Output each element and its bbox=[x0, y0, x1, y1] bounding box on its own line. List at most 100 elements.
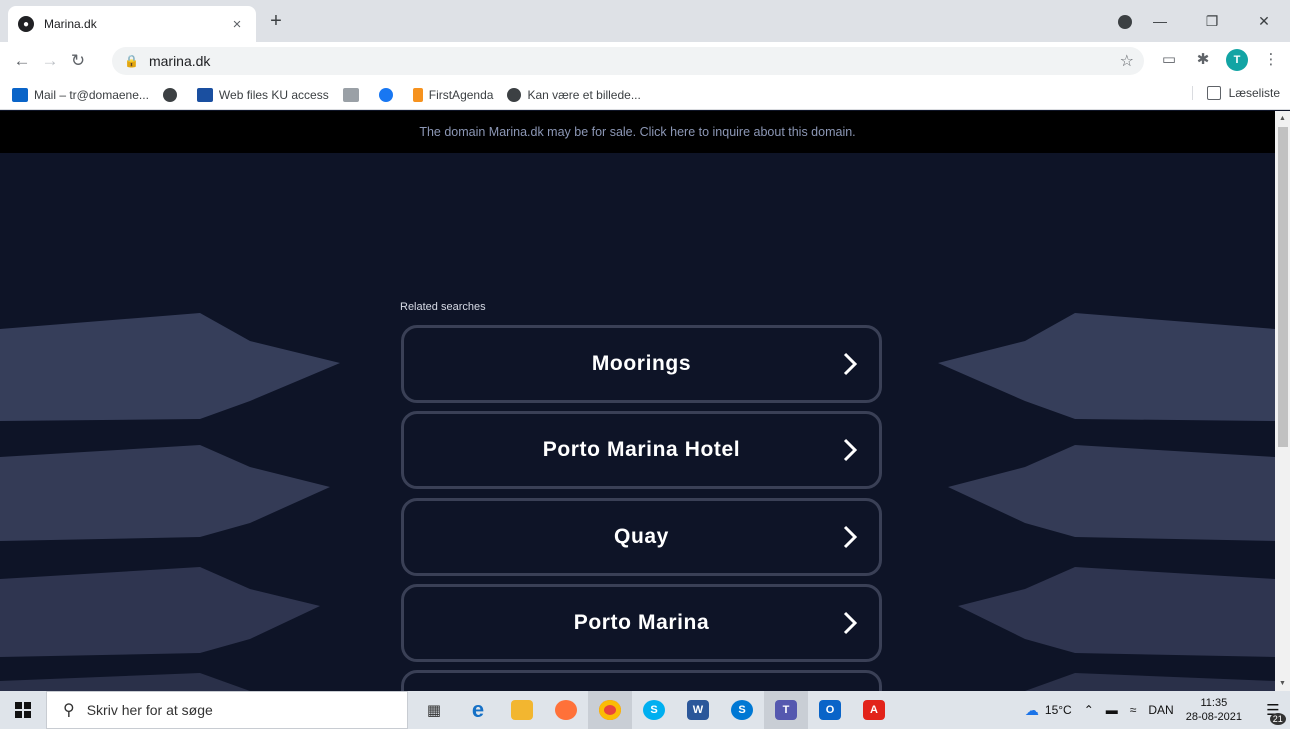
notification-center[interactable]: ☰ 21 bbox=[1256, 691, 1290, 729]
taskbar-clock[interactable]: 11:35 28-08-2021 bbox=[1186, 696, 1242, 724]
taskbar-chrome[interactable] bbox=[588, 691, 632, 729]
window-controls: — ❐ ✕ bbox=[1134, 0, 1290, 42]
related-search-partial[interactable] bbox=[401, 670, 882, 691]
search-label: Porto Marina bbox=[573, 611, 710, 634]
task-view-icon: ▦ bbox=[426, 702, 442, 719]
windows-taskbar: ⚲ Skriv her for at søge ▦ e S W S T O A … bbox=[0, 691, 1290, 729]
skype-icon: S bbox=[643, 700, 665, 720]
firefox-icon bbox=[555, 700, 577, 720]
bookmark-globe[interactable] bbox=[162, 87, 183, 102]
taskbar-word[interactable]: W bbox=[676, 691, 720, 729]
seal-icon bbox=[342, 87, 359, 102]
bookmarks-bar: Mail – tr@domaene... Web files KU access… bbox=[0, 80, 1290, 110]
ku-files-icon bbox=[196, 87, 213, 102]
start-button[interactable] bbox=[0, 691, 46, 729]
system-tray: ☁ 15°C ⌃ ▬ ≈ DAN 11:35 28-08-2021 ☰ 21 bbox=[1025, 691, 1290, 729]
reading-list-icon bbox=[1206, 86, 1221, 100]
scroll-up-icon[interactable]: ▲ bbox=[1275, 111, 1290, 126]
media-record-icon[interactable] bbox=[1118, 15, 1132, 29]
bookmark-label: Kan være et billede... bbox=[527, 87, 641, 102]
browser-tab[interactable]: ● Marina.dk × bbox=[8, 6, 256, 42]
clock-time: 11:35 bbox=[1200, 697, 1228, 709]
firstagenda-icon bbox=[412, 87, 423, 102]
scrollbar-thumb[interactable] bbox=[1278, 127, 1288, 447]
browser-toolbar: ← → ↻ 🔒 marina.dk ☆ ▭ ✱ T ⋮ bbox=[0, 42, 1290, 80]
notification-badge: 21 bbox=[1269, 713, 1286, 725]
tab-strip: ● Marina.dk × + — ❐ ✕ bbox=[0, 0, 1290, 42]
notification-icon: ☰ 21 bbox=[1266, 701, 1286, 725]
bookmark-facebook[interactable] bbox=[378, 87, 399, 102]
globe-icon bbox=[507, 87, 522, 102]
taskbar-firefox[interactable] bbox=[544, 691, 588, 729]
bookmark-star-icon[interactable]: ☆ bbox=[1120, 51, 1134, 71]
taskbar-outlook[interactable]: O bbox=[808, 691, 852, 729]
skype-business-icon: S bbox=[731, 700, 753, 720]
taskbar-search-input[interactable]: ⚲ Skriv her for at søge bbox=[46, 691, 408, 729]
search-placeholder: Skriv her for at søge bbox=[86, 702, 213, 718]
reading-list-label: Læseliste bbox=[1228, 86, 1280, 100]
minimize-icon[interactable]: — bbox=[1134, 13, 1186, 29]
chevron-right-icon bbox=[843, 525, 857, 549]
back-icon[interactable]: ← bbox=[8, 51, 36, 71]
domain-sale-banner[interactable]: The domain Marina.dk may be for sale. Cl… bbox=[0, 111, 1275, 153]
tab-title: Marina.dk bbox=[44, 17, 97, 31]
related-search-quay[interactable]: Quay bbox=[401, 498, 882, 576]
taskbar-skype[interactable]: S bbox=[632, 691, 676, 729]
file-explorer-icon bbox=[511, 700, 533, 720]
new-tab-button[interactable]: + bbox=[264, 11, 288, 31]
search-label: Quay bbox=[614, 525, 669, 548]
taskbar-acrobat[interactable]: A bbox=[852, 691, 896, 729]
lock-icon[interactable]: 🔒 bbox=[124, 54, 139, 68]
scroll-down-icon[interactable]: ▼ bbox=[1275, 676, 1290, 691]
search-icon: ⚲ bbox=[63, 702, 75, 719]
related-search-porto-marina-hotel[interactable]: Porto Marina Hotel bbox=[401, 411, 882, 489]
related-search-porto-marina[interactable]: Porto Marina bbox=[401, 584, 882, 662]
battery-icon[interactable]: ▬ bbox=[1106, 703, 1118, 717]
menu-kebab-icon[interactable]: ⋮ bbox=[1260, 49, 1282, 71]
weather-widget[interactable]: ☁ 15°C bbox=[1025, 702, 1072, 719]
bookmark-seal[interactable] bbox=[342, 87, 365, 102]
tab-close-icon[interactable]: × bbox=[228, 16, 246, 33]
bookmark-label: Mail – tr@domaene... bbox=[34, 87, 149, 102]
bookmark-firstagenda[interactable]: FirstAgenda bbox=[412, 87, 494, 102]
cloud-icon: ☁ bbox=[1024, 701, 1039, 718]
weather-temp: 15°C bbox=[1044, 703, 1072, 717]
close-window-icon[interactable]: ✕ bbox=[1238, 13, 1290, 30]
chevron-up-icon[interactable]: ⌃ bbox=[1084, 703, 1094, 717]
task-view-button[interactable]: ▦ bbox=[412, 691, 456, 729]
bookmark-mail[interactable]: Mail – tr@domaene... bbox=[12, 87, 149, 102]
related-search-moorings[interactable]: Moorings bbox=[401, 325, 882, 403]
url-text[interactable]: marina.dk bbox=[149, 53, 210, 69]
internet-explorer-icon: e bbox=[471, 697, 485, 722]
web-page: The domain Marina.dk may be for sale. Cl… bbox=[0, 111, 1275, 691]
restore-icon[interactable]: ❐ bbox=[1186, 13, 1238, 30]
reading-list[interactable]: Læseliste bbox=[1191, 86, 1280, 100]
taskbar-explorer[interactable] bbox=[500, 691, 544, 729]
reader-mode-icon[interactable]: ▭ bbox=[1158, 49, 1180, 71]
bookmark-ku-files[interactable]: Web files KU access bbox=[196, 87, 329, 102]
address-bar[interactable]: 🔒 marina.dk ☆ bbox=[112, 47, 1144, 75]
extensions-icon[interactable]: ✱ bbox=[1192, 49, 1214, 71]
language-indicator[interactable]: DAN bbox=[1148, 703, 1173, 717]
page-scrollbar[interactable]: ▲ ▼ bbox=[1275, 111, 1290, 691]
outlook-icon: O bbox=[819, 700, 841, 720]
toolbar-right: ▭ ✱ T ⋮ bbox=[1158, 49, 1282, 71]
search-label: Moorings bbox=[591, 352, 692, 375]
wifi-icon[interactable]: ≈ bbox=[1130, 703, 1137, 717]
reload-icon[interactable]: ↻ bbox=[64, 51, 92, 71]
bookmark-image[interactable]: Kan være et billede... bbox=[507, 87, 641, 102]
forward-icon[interactable]: → bbox=[36, 51, 64, 71]
bookmark-label: FirstAgenda bbox=[428, 87, 494, 102]
profile-avatar[interactable]: T bbox=[1226, 49, 1248, 71]
chevron-right-icon bbox=[843, 611, 857, 635]
word-icon: W bbox=[687, 700, 709, 720]
teams-icon: T bbox=[775, 700, 797, 720]
acrobat-icon: A bbox=[863, 700, 885, 720]
globe-icon bbox=[162, 87, 177, 102]
search-label: Porto Marina Hotel bbox=[542, 438, 741, 461]
taskbar-teams[interactable]: T bbox=[764, 691, 808, 729]
bookmark-label: Web files KU access bbox=[218, 87, 329, 102]
taskbar-edge[interactable]: e bbox=[456, 691, 500, 729]
taskbar-skype-business[interactable]: S bbox=[720, 691, 764, 729]
left-decoration bbox=[0, 313, 340, 691]
